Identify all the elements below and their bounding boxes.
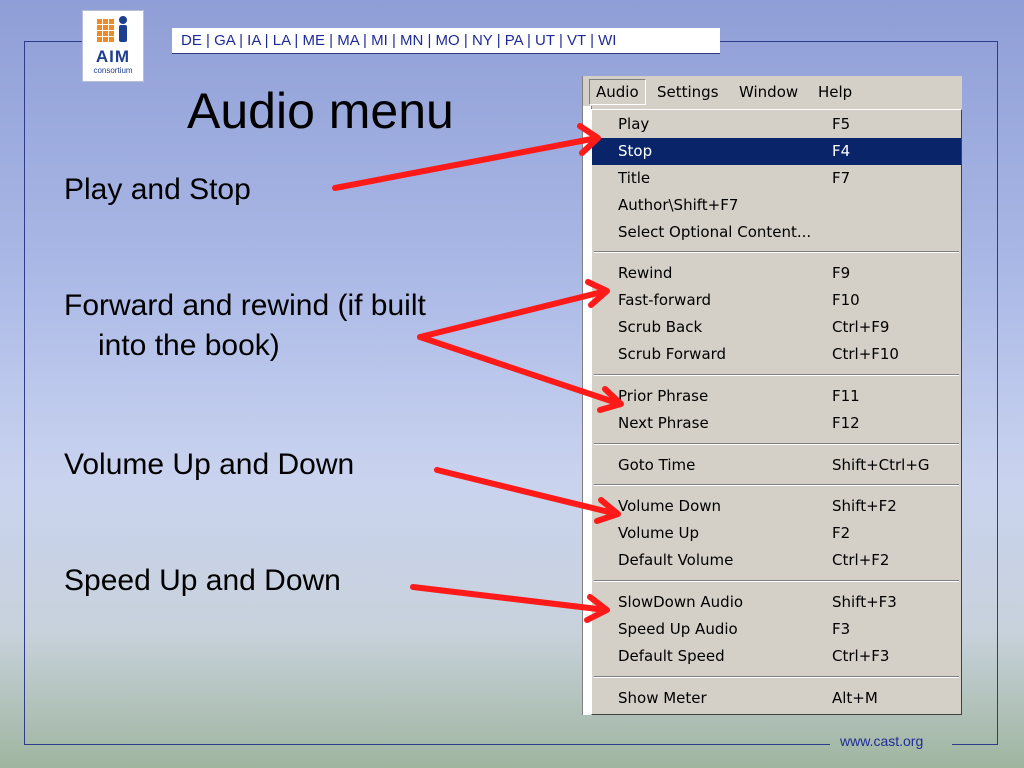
arrow-to-fast-forward [417,279,610,340]
arrow-to-slowdown-audio [410,584,610,623]
arrow-to-play-stop [332,123,601,191]
arrow-to-volume-down [434,467,621,524]
arrow-to-prior-phrase [417,334,624,413]
footer-url[interactable]: www.cast.org [834,733,929,749]
annotation-arrows [332,123,624,623]
